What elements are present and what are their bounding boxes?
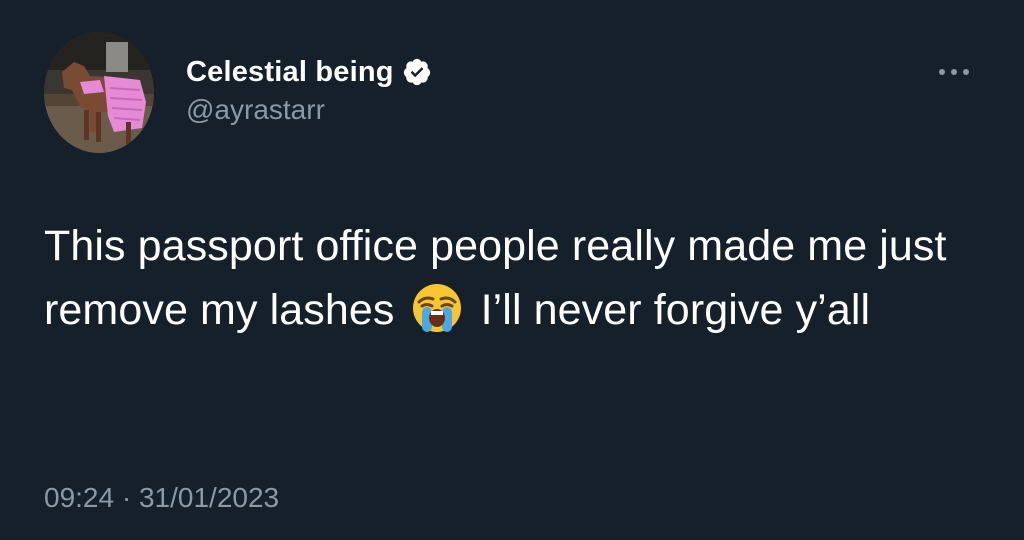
more-dot (951, 69, 957, 75)
more-dot (939, 69, 945, 75)
timestamp-separator: · (121, 482, 132, 513)
tweet-text-part-2: I’ll never forgive y’all (480, 286, 871, 334)
tweet-time: 09:24 (44, 482, 115, 513)
more-options-icon[interactable] (930, 58, 978, 86)
tweet-card: Celestial being @ayrastarr This passport… (0, 0, 1024, 540)
tweet-date: 31/01/2023 (138, 482, 280, 513)
more-dot (963, 69, 969, 75)
tweet-timestamp[interactable]: 09:24 · 31/01/2023 (44, 482, 279, 514)
user-handle[interactable]: @ayrastarr (186, 94, 432, 126)
name-row: Celestial being (186, 52, 432, 92)
tweet-text: This passport office people really made … (44, 214, 974, 342)
tweet-author: Celestial being @ayrastarr (186, 52, 432, 126)
avatar-image (44, 32, 154, 153)
display-name[interactable]: Celestial being (186, 56, 394, 89)
verified-badge-icon (402, 57, 432, 87)
loudly-crying-face-emoji-icon (411, 282, 463, 334)
avatar[interactable] (44, 32, 154, 153)
